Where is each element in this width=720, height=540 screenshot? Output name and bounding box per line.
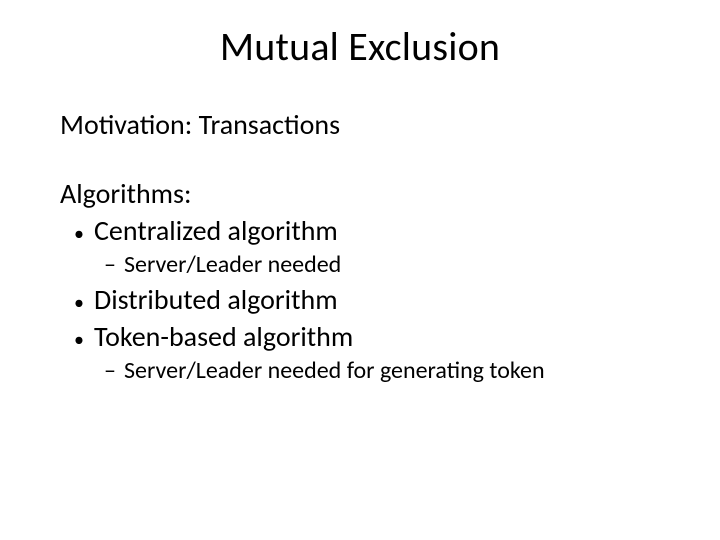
slide: Mutual Exclusion Motivation: Transaction…	[0, 0, 720, 540]
dash-icon	[60, 356, 124, 386]
bullet-label: Token-based algorithm	[94, 319, 660, 354]
bullet-label: Centralized algorithm	[94, 213, 660, 248]
bullet-label: Distributed algorithm	[94, 282, 660, 317]
bullet-token-based: Token-based algorithm	[60, 319, 660, 354]
slide-title: Mutual Exclusion	[60, 22, 660, 71]
subbullet-server-leader-token: Server/Leader needed for generating toke…	[60, 356, 660, 386]
subbullet-label: Server/Leader needed	[124, 250, 660, 280]
bullet-centralized: Centralized algorithm	[60, 213, 660, 248]
bullet-icon	[60, 319, 94, 354]
algorithms-heading: Algorithms:	[60, 176, 660, 211]
bullet-icon	[60, 213, 94, 248]
subbullet-server-leader: Server/Leader needed	[60, 250, 660, 280]
dash-icon	[60, 250, 124, 280]
bullet-distributed: Distributed algorithm	[60, 282, 660, 317]
motivation-line: Motivation: Transactions	[60, 107, 660, 142]
subbullet-label: Server/Leader needed for generating toke…	[124, 356, 660, 386]
bullet-icon	[60, 282, 94, 317]
